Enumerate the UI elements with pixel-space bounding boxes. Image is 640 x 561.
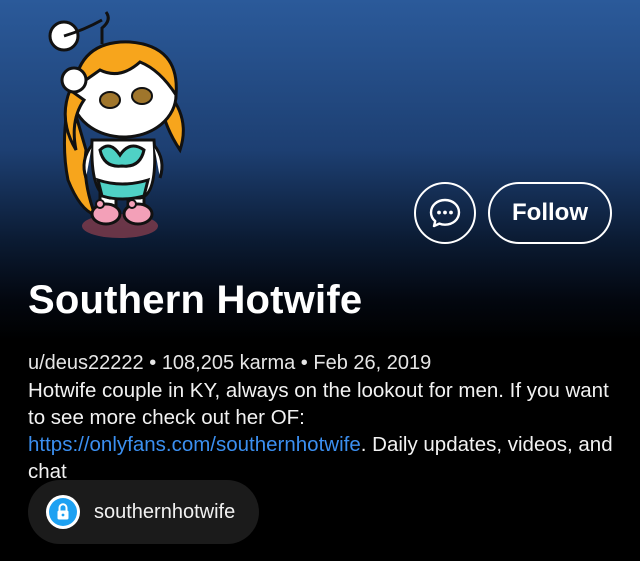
- cake-day: Feb 26, 2019: [313, 352, 432, 374]
- chat-bubble-ellipsis-icon: [429, 198, 461, 228]
- bio-link[interactable]: https://onlyfans.com/southernhotwife: [28, 433, 361, 456]
- profile-meta: u/deus22222 • 108,205 karma • Feb 26, 20…: [28, 352, 431, 375]
- meta-separator: •: [300, 352, 308, 374]
- meta-separator: •: [149, 352, 157, 374]
- profile-bio: Hotwife couple in KY, always on the look…: [28, 377, 628, 485]
- social-link-label: southernhotwife: [94, 500, 236, 523]
- onlyfans-lock-icon: [46, 495, 80, 529]
- snoo-avatar-illustration: [48, 11, 185, 238]
- chat-button[interactable]: [414, 182, 477, 244]
- profile-actions: Follow: [414, 182, 612, 244]
- social-link-chip[interactable]: southernhotwife: [28, 480, 260, 544]
- bio-text: Hotwife couple in KY, always on the look…: [28, 379, 609, 429]
- follow-button[interactable]: Follow: [488, 182, 612, 244]
- profile-display-name: Southern Hotwife: [28, 278, 363, 322]
- profile-avatar[interactable]: [40, 0, 220, 250]
- username[interactable]: u/deus22222: [28, 352, 144, 374]
- karma-count: 108,205 karma: [161, 352, 296, 374]
